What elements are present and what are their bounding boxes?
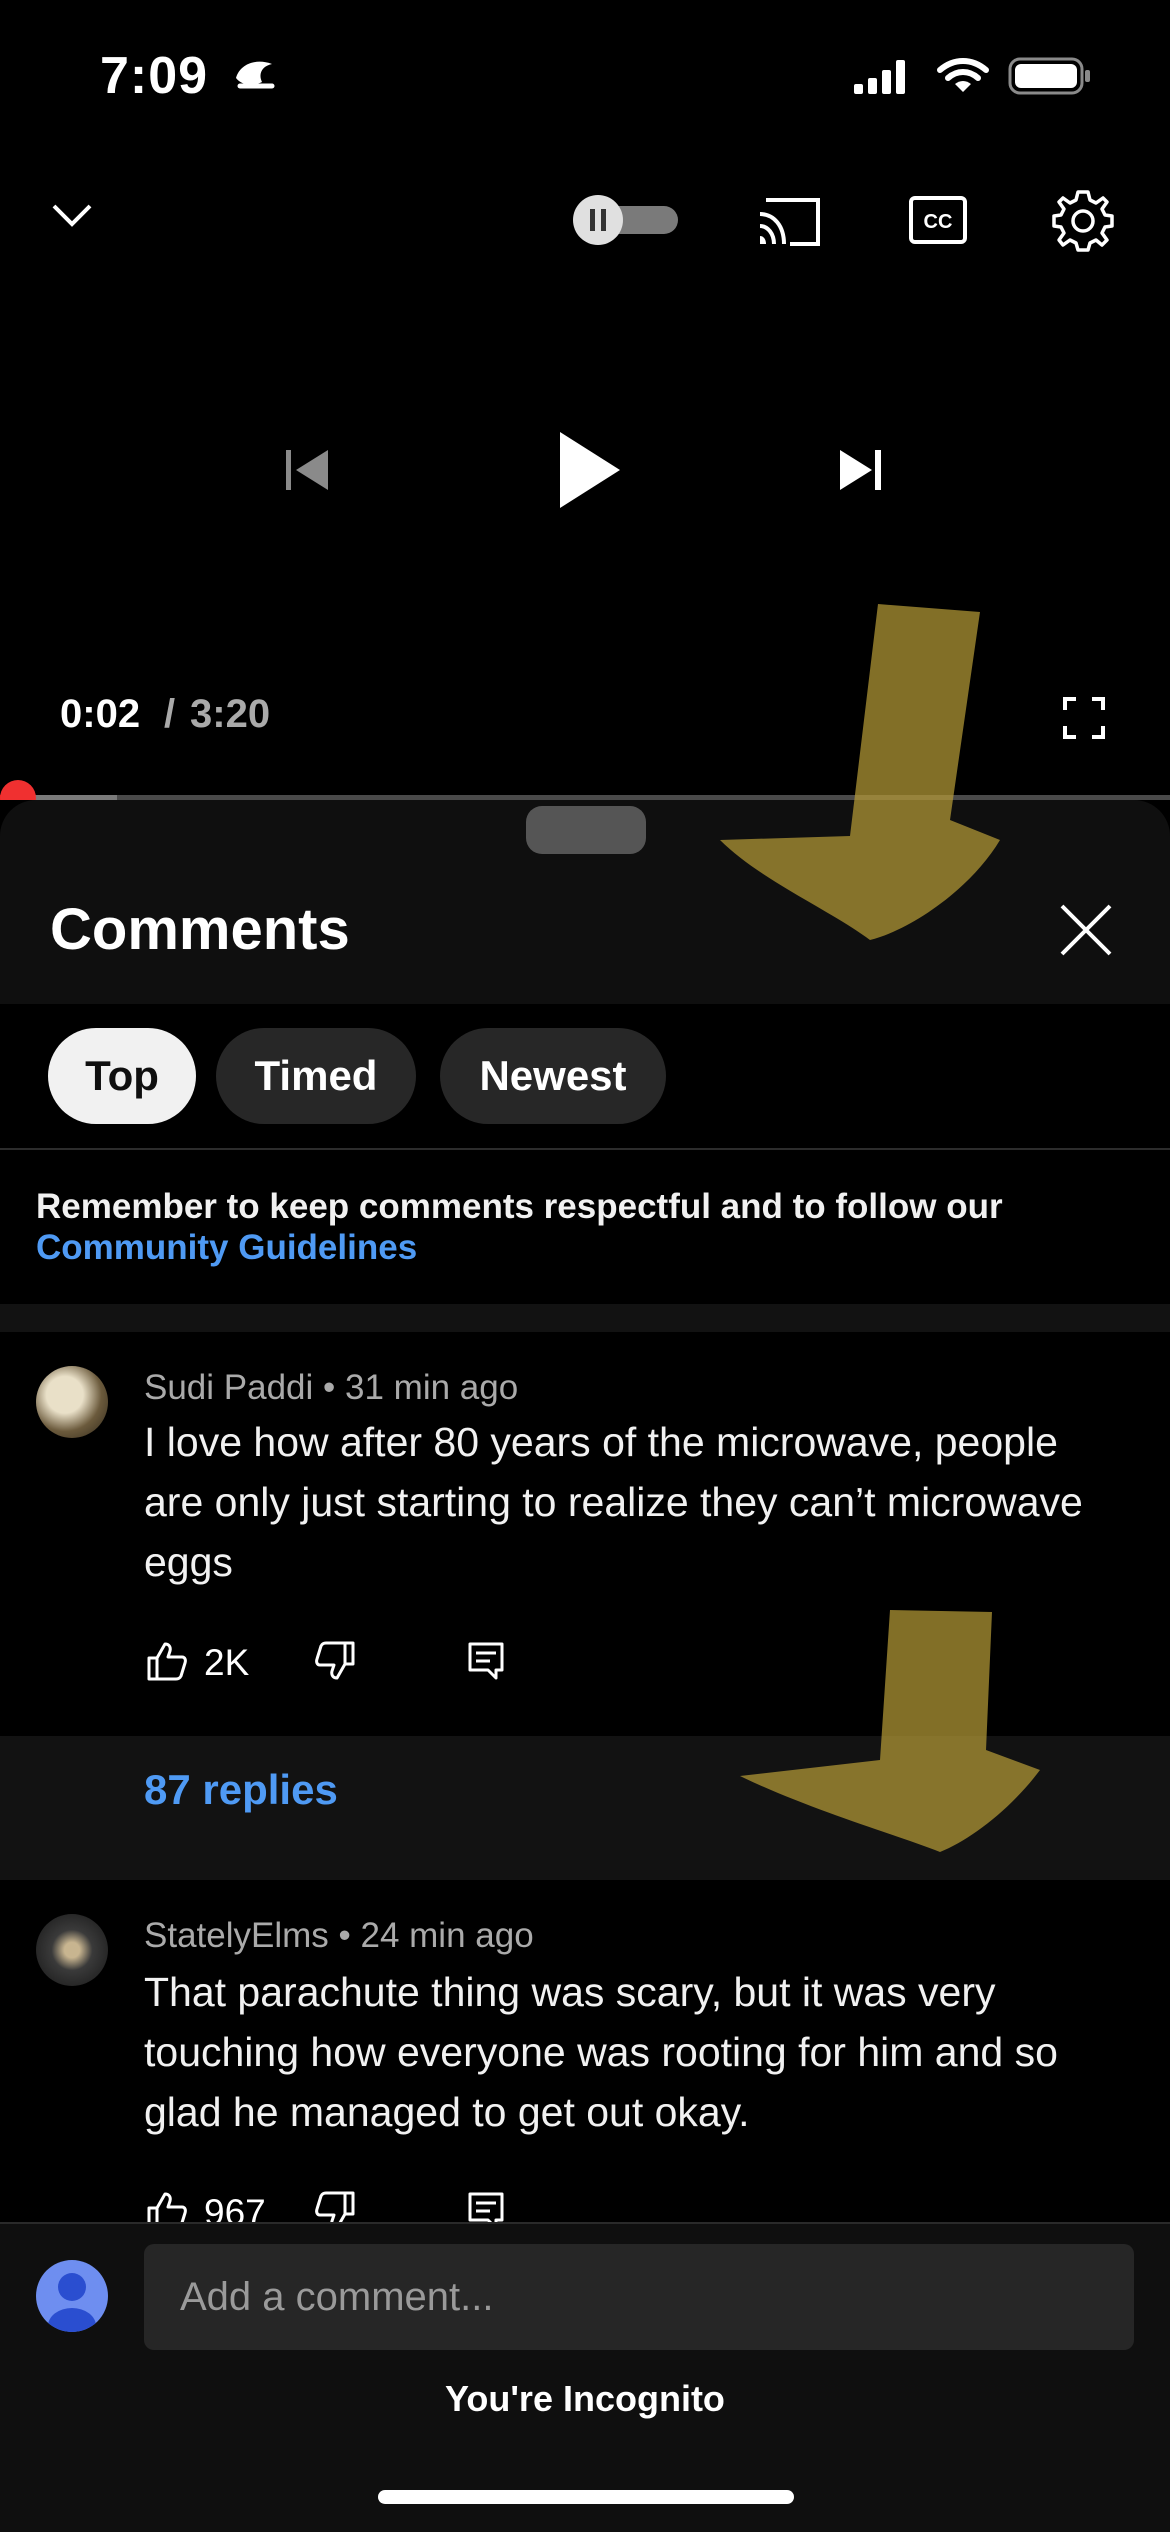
fullscreen-icon[interactable] (1062, 696, 1106, 740)
previous-icon[interactable] (282, 446, 332, 494)
comment-text: That parachute thing was scary, but it w… (144, 1969, 1058, 2135)
comment-text: I love how after 80 years of the microwa… (144, 1419, 1083, 1585)
replies-link[interactable]: 87 replies (144, 1766, 338, 1814)
section-separator (0, 1304, 1170, 1332)
comment-age: 24 min ago (360, 1916, 534, 1955)
meta-dot: • (338, 1916, 361, 1955)
comment-meta: StatelyElms • 24 min ago (144, 1916, 534, 1956)
comment-author[interactable]: StatelyElms (144, 1916, 329, 1955)
annotation-arrow (720, 604, 1000, 940)
chevron-down-icon[interactable] (50, 196, 94, 232)
signal-icon (854, 60, 905, 94)
divider (0, 1148, 1170, 1150)
comment-author[interactable]: Sudi Paddi (144, 1368, 313, 1407)
status-time: 7:09 (100, 47, 209, 105)
autoplay-toggle[interactable] (572, 194, 682, 246)
guidelines-notice: Remember to keep comments respectful and… (36, 1187, 1003, 1226)
chip-newest[interactable]: Newest (440, 1028, 666, 1124)
avatar[interactable] (36, 1366, 108, 1438)
battery-icon (1008, 57, 1090, 95)
thumb-down-icon[interactable] (314, 1640, 356, 1682)
comment-meta: Sudi Paddi • 31 min ago (144, 1368, 518, 1408)
next-icon[interactable] (838, 446, 884, 494)
svg-text:CC: CC (924, 211, 953, 233)
wifi-icon (937, 58, 989, 92)
thumb-up-icon[interactable] (146, 1640, 188, 1682)
time-separator: / (164, 692, 176, 736)
comments-title: Comments (50, 897, 350, 962)
home-indicator[interactable] (378, 2490, 794, 2504)
like-count: 2K (204, 1642, 250, 1683)
comment-input[interactable] (144, 2244, 1134, 2350)
cc-icon[interactable]: CC (908, 192, 968, 248)
current-time: 0:02 (60, 692, 141, 736)
annotation-arrow (740, 1610, 1040, 1852)
avatar[interactable] (36, 1914, 108, 1986)
moon-icon (236, 61, 275, 89)
chip-top[interactable]: Top (48, 1028, 196, 1124)
gear-icon[interactable] (1050, 188, 1116, 254)
incognito-label: You're Incognito (445, 2378, 725, 2419)
close-icon[interactable] (1056, 900, 1116, 960)
user-icon[interactable] (36, 2260, 108, 2332)
community-guidelines-link[interactable]: Community Guidelines (36, 1228, 417, 1268)
reply-icon[interactable] (466, 1640, 506, 1680)
cast-icon[interactable] (756, 192, 824, 250)
play-icon[interactable] (556, 428, 624, 512)
drag-handle[interactable] (526, 806, 646, 854)
comment-age: 31 min ago (345, 1368, 519, 1407)
chip-timed[interactable]: Timed (216, 1028, 416, 1124)
meta-dot: • (323, 1368, 346, 1407)
duration: 3:20 (190, 692, 271, 736)
